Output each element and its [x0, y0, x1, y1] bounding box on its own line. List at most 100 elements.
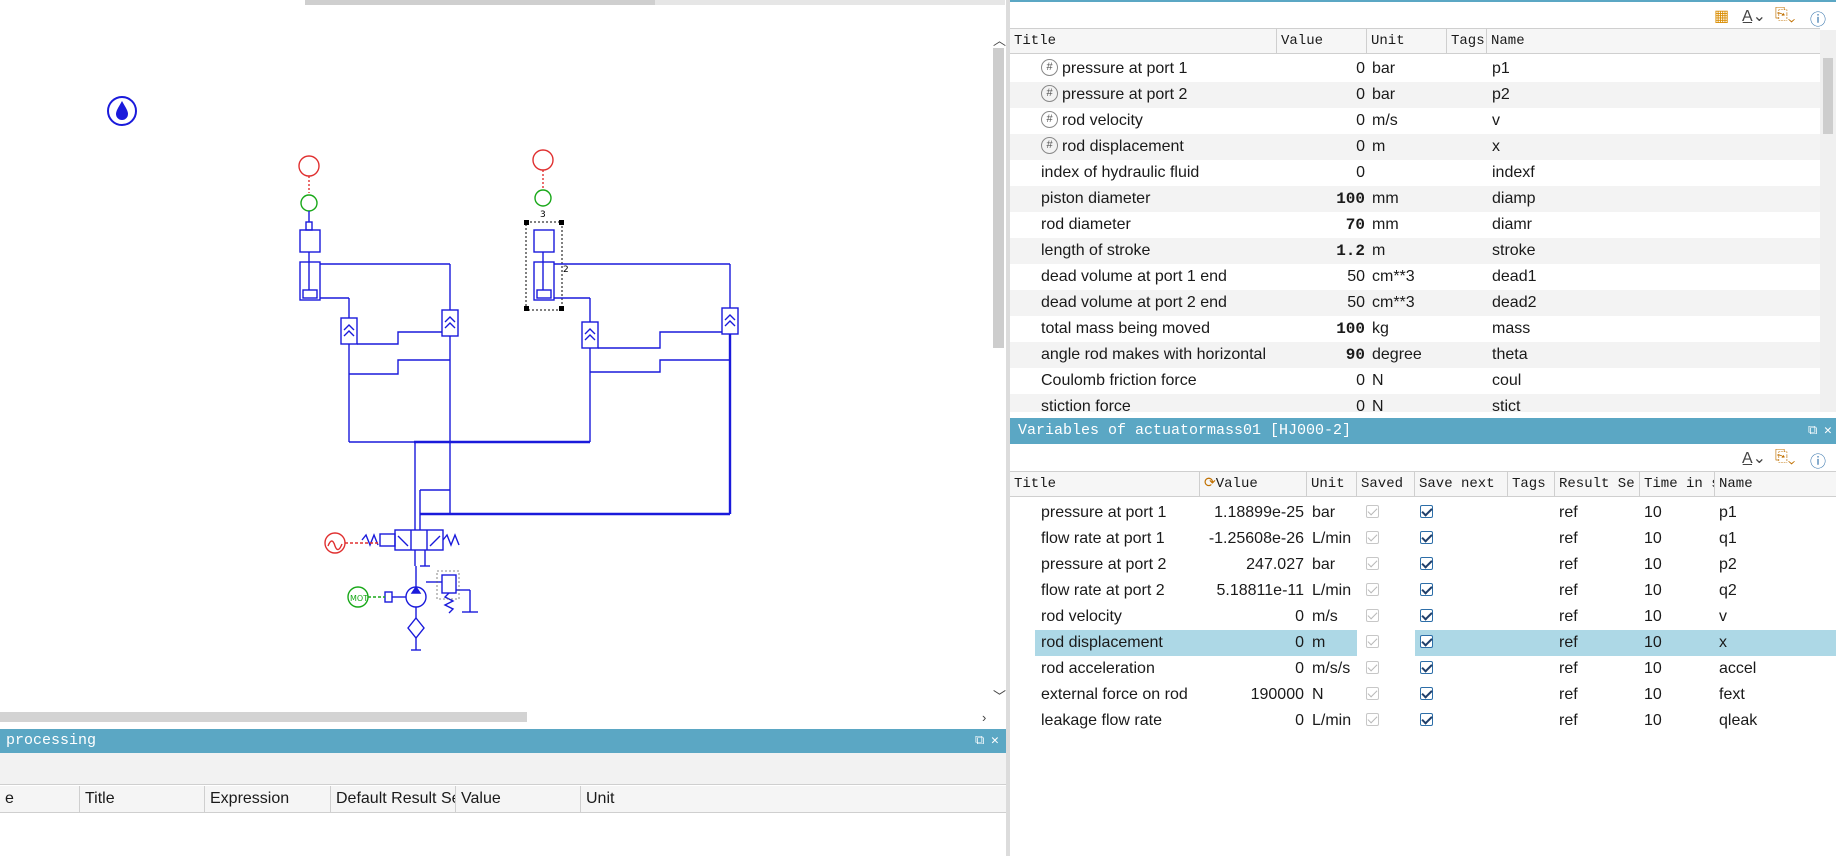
parameters-scrollbar[interactable] — [1820, 30, 1836, 412]
column-header[interactable]: Unit — [1367, 29, 1447, 54]
save-next-checkbox[interactable] — [1420, 500, 1460, 526]
save-next-checkbox[interactable] — [1420, 526, 1460, 552]
parameter-unit: m — [1372, 138, 1386, 155]
post-processing-header: processing ⧉ ✕ — [0, 729, 1006, 753]
save-next-checkbox[interactable] — [1420, 578, 1460, 604]
canvas-horizontal-scrollbar[interactable]: › — [0, 710, 990, 724]
scroll-right-icon[interactable]: › — [982, 711, 986, 724]
column-header[interactable]: Unit — [1307, 472, 1357, 497]
layout-icon[interactable]: ▦ — [1714, 6, 1729, 26]
parameter-row[interactable]: length of stroke 1.2 m stroke — [1010, 238, 1820, 264]
variable-row[interactable]: rod acceleration 0 m/s/s ref 10 accel — [1010, 656, 1836, 682]
parameter-name: theta — [1492, 346, 1528, 363]
variable-row[interactable]: pressure at port 1 1.18899e-25 bar ref 10 p1 — [1010, 500, 1836, 526]
column-header[interactable]: Value — [456, 786, 581, 812]
pin-icon[interactable]: ⧉ — [975, 729, 984, 753]
parameter-value[interactable]: 0 — [1277, 108, 1365, 134]
variable-row[interactable]: flow rate at port 1 -1.25608e-26 L/min ref 1… — [1010, 526, 1836, 552]
parameter-title-cell: length of stroke — [1041, 238, 1277, 264]
post-processing-column-headers: e Title Expression Default Result Se Val… — [0, 786, 1006, 813]
scroll-up-icon[interactable]: ︿ — [993, 34, 1006, 47]
parameter-unit: degree — [1372, 346, 1422, 363]
column-header[interactable]: Time in s — [1640, 472, 1715, 497]
parameter-value[interactable]: 70 — [1277, 212, 1365, 238]
parameter-row[interactable]: # rod velocity 0 m/s v — [1010, 108, 1820, 134]
sketch-canvas[interactable]: MOT 3 2 — [0, 0, 1006, 727]
variable-row[interactable]: external force on rod 190000 Nref 10 fext — [1010, 682, 1836, 708]
parameter-row[interactable]: stiction force 0 Nstict — [1010, 394, 1820, 412]
scroll-down-icon[interactable]: ﹀ — [993, 690, 1006, 703]
parameter-row[interactable]: rod diameter 70 mm diamr — [1010, 212, 1820, 238]
close-icon[interactable]: ✕ — [991, 729, 999, 753]
save-next-checkbox[interactable] — [1420, 552, 1460, 578]
save-next-checkbox[interactable] — [1420, 630, 1460, 656]
parameter-value[interactable]: 0 — [1277, 394, 1365, 412]
column-header[interactable]: Title — [1010, 29, 1277, 54]
parameter-title: dead volume at port 2 end — [1041, 294, 1227, 311]
parameter-value[interactable]: 0 — [1277, 368, 1365, 394]
variable-row[interactable]: rod velocity 0 m/s ref 10 v — [1010, 604, 1836, 630]
parameter-value[interactable]: 50 — [1277, 290, 1365, 316]
parameter-row[interactable]: dead volume at port 2 end 50 cm**3 dead2 — [1010, 290, 1820, 316]
parameter-value[interactable]: 90 — [1277, 342, 1365, 368]
close-icon[interactable]: ✕ — [1824, 418, 1832, 444]
column-header[interactable]: Title — [80, 786, 205, 812]
variable-row[interactable]: leakage flow rate 0 L/min ref 10 qleak — [1010, 708, 1836, 734]
parameter-value[interactable]: 50 — [1277, 264, 1365, 290]
column-header[interactable]: Unit — [581, 786, 1006, 812]
parameter-row[interactable]: angle rod makes with horizontal 90 degree t… — [1010, 342, 1820, 368]
parameter-value[interactable]: 1.2 — [1277, 238, 1365, 264]
column-header[interactable]: Value — [1277, 29, 1367, 54]
parameter-value[interactable]: 0 — [1277, 82, 1365, 108]
help-icon[interactable]: ⓘ — [1810, 448, 1826, 472]
column-header[interactable]: Saved — [1357, 472, 1415, 497]
save-next-checkbox[interactable] — [1420, 604, 1460, 630]
parameter-value[interactable]: 0 — [1277, 134, 1365, 160]
parameter-row[interactable]: total mass being moved 100 kg mass — [1010, 316, 1820, 342]
parameter-row[interactable]: # pressure at port 1 0 bar p1 — [1010, 56, 1820, 82]
parameters-column-headers: Title Value Unit Tags Name — [1010, 28, 1820, 54]
variable-unit: L/min — [1312, 712, 1352, 729]
help-icon[interactable]: ⓘ — [1810, 6, 1826, 30]
parameter-row[interactable]: # pressure at port 2 0 bar p2 — [1010, 82, 1820, 108]
variable-time: 10 — [1644, 556, 1662, 573]
save-next-checkbox[interactable] — [1420, 682, 1460, 708]
pin-icon[interactable]: ⧉ — [1808, 418, 1817, 444]
save-next-checkbox[interactable] — [1420, 708, 1460, 734]
parameter-row[interactable]: dead volume at port 1 end 50 cm**3 dead1 — [1010, 264, 1820, 290]
variable-row[interactable]: pressure at port 2 247.027 bar ref 10 p2 — [1010, 552, 1836, 578]
parameter-value[interactable]: 100 — [1277, 316, 1365, 342]
font-icon[interactable]: A̲⌄ — [1742, 448, 1766, 468]
canvas-vertical-scrollbar[interactable]: ︿ ﹀ — [991, 34, 1006, 703]
canvas-top-scrollbar[interactable] — [305, 0, 1005, 5]
save-next-checkbox[interactable] — [1420, 656, 1460, 682]
parameter-row[interactable]: piston diameter 100 mm diamp — [1010, 186, 1820, 212]
parameter-value[interactable]: 0 — [1277, 160, 1365, 186]
variable-row[interactable]: rod displacement 0 m ref 10 x — [1010, 630, 1836, 656]
column-header[interactable]: Tags — [1447, 29, 1487, 54]
font-icon[interactable]: A̲⌄ — [1742, 6, 1766, 26]
column-header[interactable]: e — [0, 786, 80, 812]
variable-unit: L/min — [1312, 530, 1352, 547]
column-header[interactable]: Save next — [1415, 472, 1508, 497]
variable-result-set: ref — [1559, 660, 1578, 677]
column-header[interactable]: ⟳Value — [1200, 472, 1307, 497]
parameter-value[interactable]: 100 — [1277, 186, 1365, 212]
parameter-row[interactable]: index of hydraulic fluid 0 indexf — [1010, 160, 1820, 186]
parameter-title: dead volume at port 1 end — [1041, 268, 1227, 285]
parameter-title: piston diameter — [1041, 190, 1151, 207]
parameter-value[interactable]: 0 — [1277, 56, 1365, 82]
column-header[interactable]: Name — [1487, 29, 1820, 54]
export-icon[interactable]: ⎘⌄ — [1775, 6, 1795, 24]
column-header[interactable]: Tags — [1508, 472, 1555, 497]
variable-result-set: ref — [1559, 582, 1578, 599]
variable-row[interactable]: flow rate at port 2 5.18811e-11 L/min ref 10… — [1010, 578, 1836, 604]
column-header[interactable]: Name — [1715, 472, 1836, 497]
column-header[interactable]: Title — [1010, 472, 1200, 497]
parameter-row[interactable]: # rod displacement 0 m x — [1010, 134, 1820, 160]
export-icon[interactable]: ⎘⌄ — [1775, 448, 1795, 466]
column-header[interactable]: Default Result Se — [331, 786, 456, 812]
parameter-row[interactable]: Coulomb friction force 0 Ncoul — [1010, 368, 1820, 394]
column-header[interactable]: Expression — [205, 786, 331, 812]
column-header[interactable]: Result Se — [1555, 472, 1640, 497]
